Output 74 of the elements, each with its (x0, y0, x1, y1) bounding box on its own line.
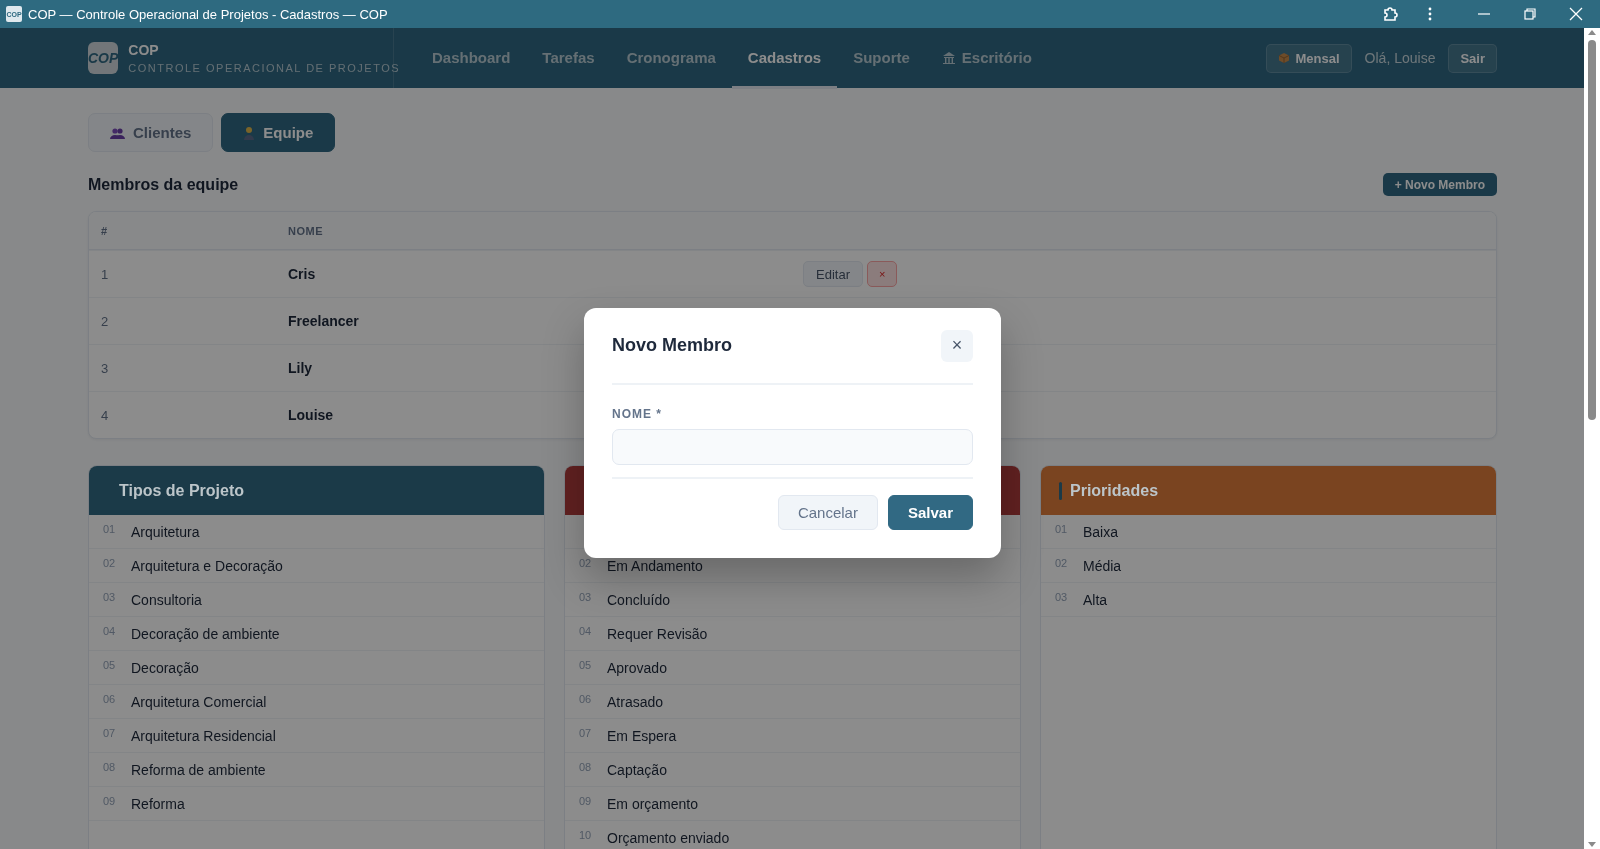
item-number: 04 (579, 625, 593, 637)
item-number: 04 (103, 625, 117, 637)
person-icon (243, 125, 256, 140)
item-number: 03 (103, 591, 117, 603)
table-cell: 4 (101, 407, 109, 423)
list-item[interactable]: Arquitetura e Decoração (131, 557, 283, 574)
panel-title: Tipos de Projeto (119, 481, 245, 500)
item-number: 08 (579, 761, 593, 773)
list-item[interactable]: Arquitetura (131, 523, 200, 540)
list-item[interactable]: Em Andamento (607, 557, 703, 574)
restore-icon[interactable] (1522, 6, 1538, 22)
list-item[interactable]: Reforma (131, 795, 185, 812)
cancel-button[interactable]: Cancelar (777, 495, 878, 530)
item-number: 10 (579, 829, 593, 841)
item-number: 01 (103, 523, 117, 535)
bank-icon (941, 49, 956, 65)
list-item[interactable]: Baixa (1083, 523, 1119, 540)
save-button[interactable]: Salvar (887, 495, 973, 530)
extension-icon[interactable] (1382, 6, 1398, 22)
box-icon (1277, 52, 1290, 64)
table-cell: Louise (288, 407, 334, 423)
list-item[interactable]: Requer Revisão (607, 625, 708, 642)
item-number: 03 (579, 591, 593, 603)
list-item[interactable]: Reforma de ambiente (131, 761, 266, 778)
close-button[interactable]: × (941, 329, 973, 362)
list-item[interactable]: Aprovado (607, 659, 667, 676)
list-item[interactable]: Arquitetura Residencial (131, 727, 276, 744)
add-member-button[interactable]: + Novo Membro (1382, 173, 1497, 196)
nav-tab[interactable]: Cadastros (731, 28, 838, 89)
greeting: Olá, Louise (1364, 50, 1436, 66)
window-title: COP — Controle Operacional de Projetos - Cadastros — COP (28, 6, 389, 22)
list-item[interactable]: Consultoria (131, 591, 202, 608)
close-icon[interactable] (1568, 6, 1584, 22)
column-header: # (101, 224, 109, 237)
item-number: 03 (1055, 591, 1069, 603)
table-cell: Freelancer (288, 313, 359, 329)
list-item[interactable]: Captação (607, 761, 667, 778)
brand-name: COP (128, 42, 160, 58)
item-number: 05 (579, 659, 593, 671)
table-cell: Cris (288, 266, 316, 282)
item-number: 08 (103, 761, 117, 773)
list-item[interactable]: Média (1083, 557, 1122, 574)
panel-title: Prioridades (1070, 481, 1159, 500)
scroll-down-icon[interactable] (1587, 840, 1597, 849)
list-item[interactable]: Arquitetura Comercial (131, 693, 267, 710)
list-item[interactable]: Alta (1083, 591, 1108, 608)
list-item[interactable]: Em Espera (607, 727, 677, 744)
list-item[interactable]: Em orçamento (607, 795, 699, 812)
list-item[interactable]: Decoração (131, 659, 199, 676)
brand-subtitle: CONTROLE OPERACIONAL DE PROJETOS (128, 62, 401, 74)
item-number: 07 (103, 727, 117, 739)
table-cell: 3 (101, 360, 109, 376)
item-number: 01 (1055, 523, 1069, 535)
sub-tab[interactable]: Equipe (221, 113, 336, 152)
table-cell: 1 (101, 266, 109, 282)
table-cell: 2 (101, 313, 109, 329)
list-item[interactable]: Decoração de ambiente (131, 625, 280, 642)
scrollbar-thumb[interactable] (1588, 40, 1596, 420)
section-title: Membros da equipe (88, 175, 239, 194)
item-number: 05 (103, 659, 117, 671)
sub-tab[interactable]: Clientes (88, 113, 214, 152)
field-label: NOME * (612, 407, 663, 421)
list-item[interactable]: Orçamento enviado (607, 829, 730, 846)
list-item[interactable]: Atrasado (607, 693, 664, 710)
app-logo: COP (88, 42, 119, 74)
table-cell: Lily (288, 360, 313, 376)
people-icon (110, 126, 125, 139)
column-header: NOME (288, 224, 324, 237)
delete-button[interactable]: × (866, 261, 898, 287)
dialog-title: Novo Membro (612, 335, 732, 356)
edit-button[interactable]: Editar (803, 261, 863, 287)
item-number: 07 (579, 727, 593, 739)
list-item[interactable]: Concluído (607, 591, 671, 608)
name-input-field[interactable] (612, 429, 973, 465)
